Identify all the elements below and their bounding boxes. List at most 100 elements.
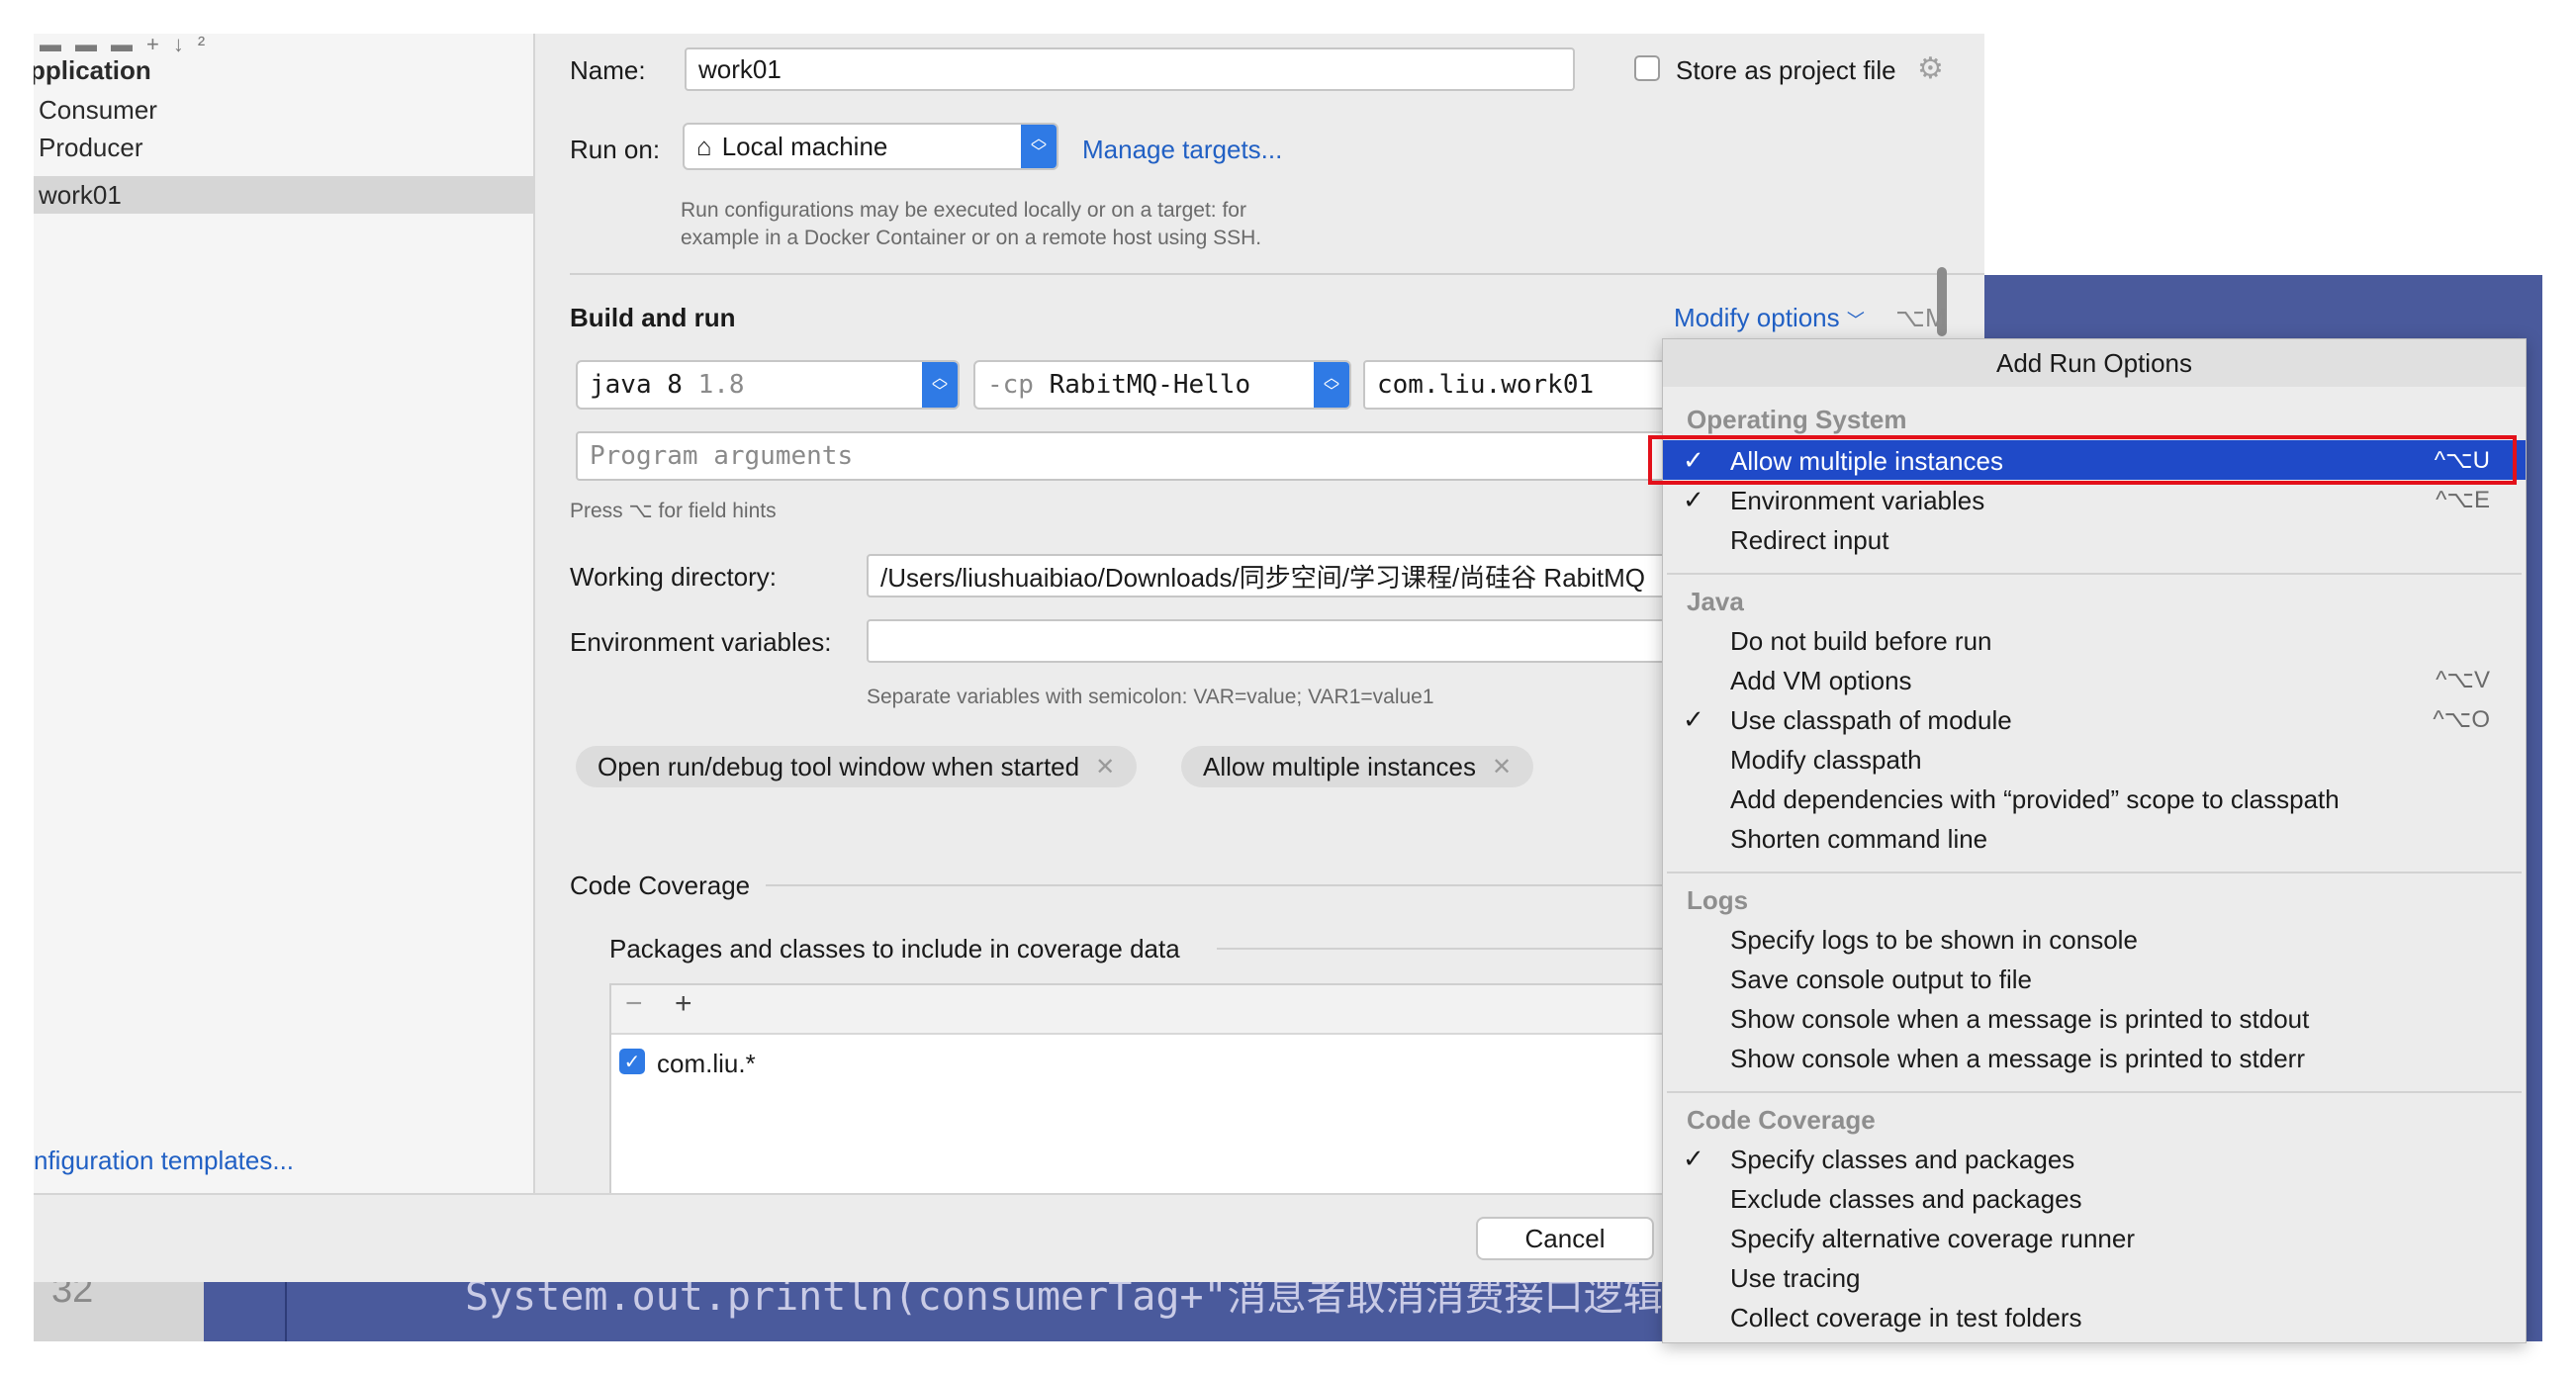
section-operating-system: Operating System [1687, 405, 1907, 434]
menu-item-label: Collect coverage in test folders [1730, 1303, 2082, 1332]
coverage-entry-label: com.liu.* [657, 1049, 756, 1078]
store-as-project-file-label: Store as project file [1676, 55, 1896, 85]
coverage-entry-checkbox[interactable]: ✓ [619, 1049, 645, 1074]
menu-item-label: Modify classpath [1730, 745, 1922, 775]
menu-item-label: Show console when a message is printed t… [1730, 1044, 2305, 1073]
environment-variables-label: Environment variables: [570, 627, 832, 657]
menu-item-do-not-build[interactable]: Do not build before run [1663, 620, 2526, 660]
menu-item-label: Specify classes and packages [1730, 1145, 2075, 1174]
classpath-module-select[interactable]: -cp RabitMQ-Hello ︿ ﹀ [973, 360, 1351, 410]
menu-item-shortcut: ^⌥E [2436, 487, 2490, 513]
menu-item-shortcut: ^⌥V [2436, 667, 2490, 693]
edit-configuration-templates-link[interactable]: nfiguration templates... [34, 1146, 294, 1176]
chevron-updown-icon: ︿ ﹀ [922, 362, 958, 408]
home-icon: ⌂ [696, 131, 712, 161]
tree-item-work01[interactable]: work01 [39, 180, 122, 211]
tree-item-consumer[interactable]: Consumer [39, 95, 157, 126]
section-java: Java [1687, 587, 1744, 616]
menu-item-use-classpath-of-module[interactable]: ✓ Use classpath of module ^⌥O [1663, 699, 2526, 739]
sort-icon[interactable]: ↓² [173, 34, 219, 56]
tree-item-producer[interactable]: Producer [39, 133, 143, 163]
menu-item-label: Add VM options [1730, 666, 1912, 695]
separator [570, 273, 1984, 275]
menu-item-label: Show console when a message is printed t… [1730, 1004, 2310, 1034]
menu-item-alternative-runner[interactable]: Specify alternative coverage runner [1663, 1218, 2526, 1257]
remove-icon[interactable]: ▬ [40, 34, 75, 56]
menu-item-show-console-stderr[interactable]: Show console when a message is printed t… [1663, 1038, 2526, 1077]
menu-separator [1667, 573, 2522, 575]
separator [1217, 948, 1696, 950]
menu-item-redirect-input[interactable]: Redirect input [1663, 519, 2526, 559]
chip-label: Allow multiple instances [1203, 751, 1477, 781]
cancel-button[interactable]: Cancel [1476, 1217, 1654, 1260]
menu-item-environment-variables[interactable]: ✓ Environment variables ^⌥E [1663, 480, 2526, 519]
modify-options-link[interactable]: Modify options ﹀ [1674, 303, 1865, 333]
chip-allow-multiple-instances[interactable]: Allow multiple instances ✕ [1181, 746, 1534, 787]
main-class-field[interactable]: com.liu.work01 [1363, 360, 1700, 410]
menu-item-shortcut: ^⌥O [2433, 706, 2490, 733]
name-field[interactable]: work01 [685, 47, 1575, 91]
jdk-value: java 8 [590, 370, 683, 400]
section-logs: Logs [1687, 885, 1749, 915]
run-on-label: Run on: [570, 135, 661, 164]
menu-item-label: Use classpath of module [1730, 705, 2012, 735]
menu-item-add-dependencies[interactable]: Add dependencies with “provided” scope t… [1663, 779, 2526, 818]
tree-toolbar: ▬▬▬+↓² [40, 34, 219, 57]
name-label: Name: [570, 55, 646, 85]
run-on-select[interactable]: ⌂ Local machine ︿ ﹀ [683, 123, 1058, 170]
menu-item-exclude-classes[interactable]: Exclude classes and packages [1663, 1178, 2526, 1218]
save-icon[interactable]: ▬ [75, 34, 111, 56]
store-as-project-file-checkbox[interactable] [1634, 55, 1660, 81]
menu-item-label: Environment variables [1730, 486, 1985, 515]
environment-variables-hint: Separate variables with semicolon: VAR=v… [867, 686, 1434, 708]
remove-icon[interactable]: − [625, 987, 643, 1021]
chevron-down-icon: ﹀ [1846, 311, 1865, 330]
menu-item-specify-logs[interactable]: Specify logs to be shown in console [1663, 919, 2526, 959]
manage-targets-link[interactable]: Manage targets... [1082, 135, 1282, 165]
menu-item-modify-classpath[interactable]: Modify classpath [1663, 739, 2526, 779]
add-config-icon[interactable]: ▬+ [111, 34, 173, 56]
chevron-updown-icon: ︿ ﹀ [1021, 125, 1057, 168]
menu-item-label: Use tracing [1730, 1263, 1861, 1293]
menu-item-label: Save console output to file [1730, 964, 2032, 994]
working-directory-field[interactable]: /Users/liushuaibiao/Downloads/同步空间/学习课程/… [867, 554, 1700, 597]
close-icon[interactable]: ✕ [1492, 753, 1512, 781]
jdk-select[interactable]: java 8 1.8 ︿ ﹀ [576, 360, 960, 410]
working-directory-label: Working directory: [570, 562, 778, 592]
menu-item-shorten-command-line[interactable]: Shorten command line [1663, 818, 2526, 858]
modify-options-label: Modify options [1674, 303, 1840, 332]
menu-item-use-tracing[interactable]: Use tracing [1663, 1257, 2526, 1297]
code-coverage-title: Code Coverage [570, 871, 751, 900]
program-arguments-field[interactable]: Program arguments [576, 431, 1700, 481]
check-icon: ✓ [1683, 485, 1704, 514]
chip-open-tool-window[interactable]: Open run/debug tool window when started ✕ [576, 746, 1138, 787]
gear-icon[interactable]: ⚙ [1917, 51, 1944, 86]
menu-item-label: Redirect input [1730, 525, 1889, 555]
environment-variables-field[interactable] [867, 619, 1700, 663]
build-and-run-title: Build and run [570, 303, 736, 332]
tree-group-application[interactable]: pplication [34, 55, 151, 86]
coverage-toolbar: − + [611, 985, 1700, 1035]
menu-item-add-vm-options[interactable]: Add VM options ^⌥V [1663, 660, 2526, 699]
menu-item-save-console-output[interactable]: Save console output to file [1663, 959, 2526, 998]
menu-item-specify-classes[interactable]: ✓ Specify classes and packages [1663, 1139, 2526, 1178]
close-icon[interactable]: ✕ [1095, 753, 1115, 781]
configuration-tree: ▬▬▬+↓² pplication Consumer Producer work… [34, 34, 535, 1193]
menu-item-collect-coverage-tests[interactable]: Collect coverage in test folders [1663, 1297, 2526, 1336]
popup-title: Add Run Options [1663, 339, 2526, 387]
gutter-divider [285, 1276, 287, 1341]
menu-item-label: Shorten command line [1730, 824, 1988, 854]
add-icon[interactable]: + [675, 987, 692, 1021]
run-on-hint-line2: example in a Docker Container or on a re… [681, 227, 1262, 249]
menu-item-label: Specify alternative coverage runner [1730, 1224, 2136, 1253]
annotation-highlight-box [1648, 435, 2517, 485]
editor-top-area [1983, 34, 2542, 275]
menu-item-show-console-stdout[interactable]: Show console when a message is printed t… [1663, 998, 2526, 1038]
field-hints-text: Press ⌥ for field hints [570, 500, 777, 522]
chip-label: Open run/debug tool window when started [598, 751, 1080, 781]
section-code-coverage: Code Coverage [1687, 1105, 1876, 1135]
add-run-options-popup: Add Run Options Operating System ✓ Allow… [1662, 338, 2527, 1343]
separator [766, 884, 1696, 886]
menu-item-label: Exclude classes and packages [1730, 1184, 2082, 1214]
check-icon: ✓ [1683, 704, 1704, 734]
